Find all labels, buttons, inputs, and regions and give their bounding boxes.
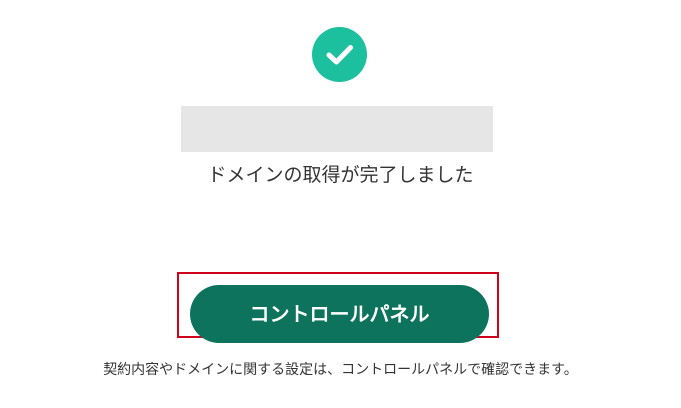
redacted-domain-bar	[181, 106, 493, 152]
control-panel-button[interactable]: コントロールパネル	[190, 285, 489, 343]
success-message: ドメインの取得が完了しました	[207, 164, 474, 186]
check-circle-icon	[312, 27, 367, 82]
info-note: 契約内容やドメインに関する設定は、コントロールパネルで確認できます。	[103, 362, 578, 378]
